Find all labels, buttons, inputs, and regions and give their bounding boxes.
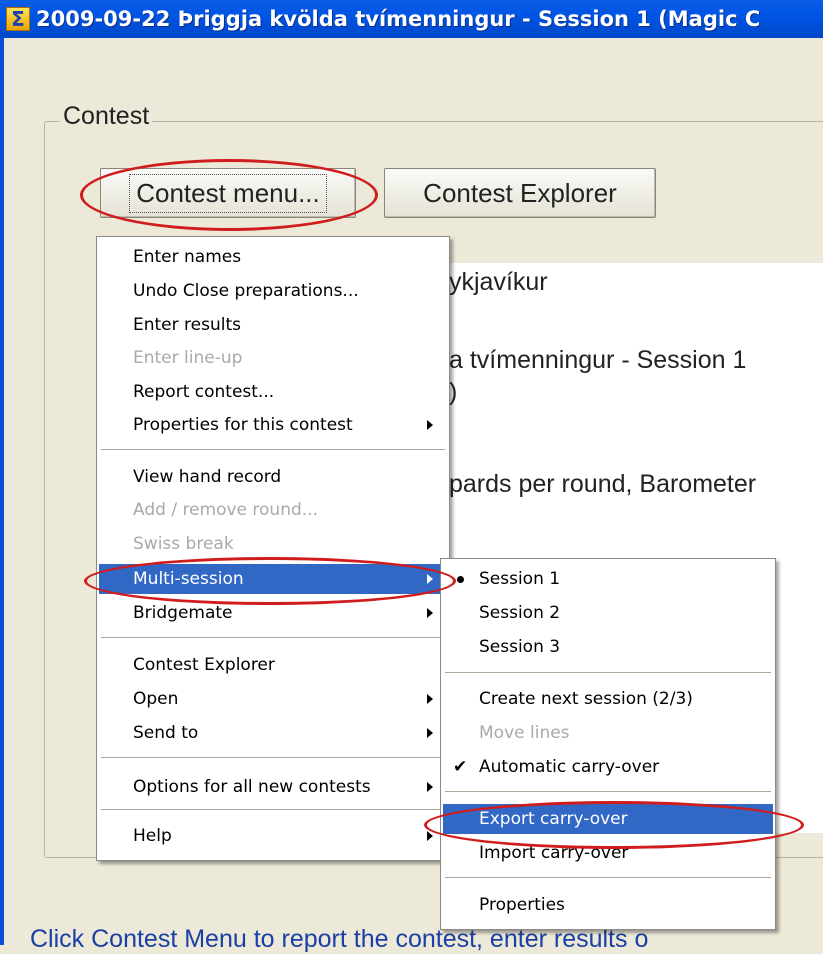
submenu-item-import-carry-over[interactable]: Import carry-over <box>443 838 773 868</box>
menu-item-open[interactable]: Open <box>99 684 447 714</box>
menu-item-label: Multi-session <box>133 569 244 589</box>
menu-item-view-hand-record[interactable]: View hand record <box>99 462 447 492</box>
info-location: ykjavíkur <box>449 268 548 296</box>
contest-menu-button-label: Contest menu... <box>129 173 327 213</box>
menu-item-send-to[interactable]: Send to <box>99 718 447 748</box>
submenu-item-move-lines: Move lines <box>479 723 570 743</box>
menu-item-label: Properties for this contest <box>133 415 353 435</box>
submenu-arrow-icon <box>427 782 433 792</box>
menu-item-label: Options for all new contests <box>133 777 371 797</box>
submenu-item-export-carry-over[interactable]: Export carry-over <box>443 804 773 834</box>
menu-item-bridgemate[interactable]: Bridgemate <box>99 598 447 628</box>
menu-item-contest-explorer[interactable]: Contest Explorer <box>99 650 447 680</box>
contest-menu: Enter names Undo Close preparations... E… <box>96 236 450 861</box>
contest-explorer-button-label: Contest Explorer <box>423 177 617 208</box>
submenu-arrow-icon <box>427 728 433 738</box>
info-paren: ) <box>449 378 458 406</box>
menu-item-label: Open <box>133 689 179 709</box>
menu-separator <box>445 791 771 792</box>
info-contest-name: a tvímenningur - Session 1 <box>449 346 747 374</box>
contest-explorer-button[interactable]: Contest Explorer <box>384 168 656 218</box>
menu-item-label: Send to <box>133 723 199 743</box>
window-title: 2009-09-22 Þriggja kvölda tvímenningur -… <box>36 7 761 31</box>
multi-session-submenu: Session 1 Session 2 Session 3 Create nex… <box>440 558 776 930</box>
menu-item-enter-names[interactable]: Enter names <box>99 242 447 272</box>
contest-group-label: Contest <box>60 102 153 131</box>
submenu-item-session-1[interactable]: Session 1 <box>443 564 773 594</box>
submenu-item-properties[interactable]: Properties <box>443 890 773 920</box>
submenu-arrow-icon <box>427 831 433 841</box>
info-format: pards per round, Barometer <box>449 470 757 498</box>
menu-separator <box>101 809 445 810</box>
submenu-item-label: Session 1 <box>479 569 561 589</box>
submenu-arrow-icon <box>427 420 433 430</box>
menu-item-undo-close-preparations[interactable]: Undo Close preparations... <box>99 276 447 306</box>
sigma-icon[interactable]: Σ <box>6 7 30 31</box>
menu-item-label: Bridgemate <box>133 603 233 623</box>
menu-item-options-new-contests[interactable]: Options for all new contests <box>99 772 447 802</box>
menu-item-multi-session[interactable]: Multi-session <box>99 564 447 594</box>
menu-item-report-contest[interactable]: Report contest... <box>99 377 447 407</box>
radio-bullet-icon <box>457 576 464 583</box>
submenu-item-label: Automatic carry-over <box>479 757 660 777</box>
menu-item-swiss-break: Swiss break <box>133 534 234 554</box>
menu-item-add-remove-round: Add / remove round... <box>133 500 318 520</box>
submenu-item-session-2[interactable]: Session 2 <box>443 598 773 628</box>
menu-item-enter-results[interactable]: Enter results <box>99 310 447 340</box>
menu-item-help[interactable]: Help <box>99 821 447 851</box>
submenu-arrow-icon <box>427 574 433 584</box>
contest-menu-button[interactable]: Contest menu... <box>100 168 356 218</box>
menu-item-enter-line-up: Enter line-up <box>133 348 243 368</box>
menu-separator <box>101 637 445 638</box>
title-bar[interactable]: Σ 2009-09-22 Þriggja kvölda tvímenningur… <box>0 0 823 38</box>
menu-item-label: Help <box>133 826 172 846</box>
submenu-item-automatic-carry-over[interactable]: ✔ Automatic carry-over <box>443 752 773 782</box>
submenu-arrow-icon <box>427 694 433 704</box>
submenu-item-create-next-session[interactable]: Create next session (2/3) <box>443 684 773 714</box>
menu-separator <box>101 449 445 450</box>
menu-item-properties-for-contest[interactable]: Properties for this contest <box>99 410 447 440</box>
menu-separator <box>445 672 771 673</box>
menu-separator <box>445 877 771 878</box>
checkmark-icon: ✔ <box>453 757 468 777</box>
menu-separator <box>101 757 445 758</box>
submenu-arrow-icon <box>427 608 433 618</box>
submenu-item-session-3[interactable]: Session 3 <box>443 632 773 662</box>
